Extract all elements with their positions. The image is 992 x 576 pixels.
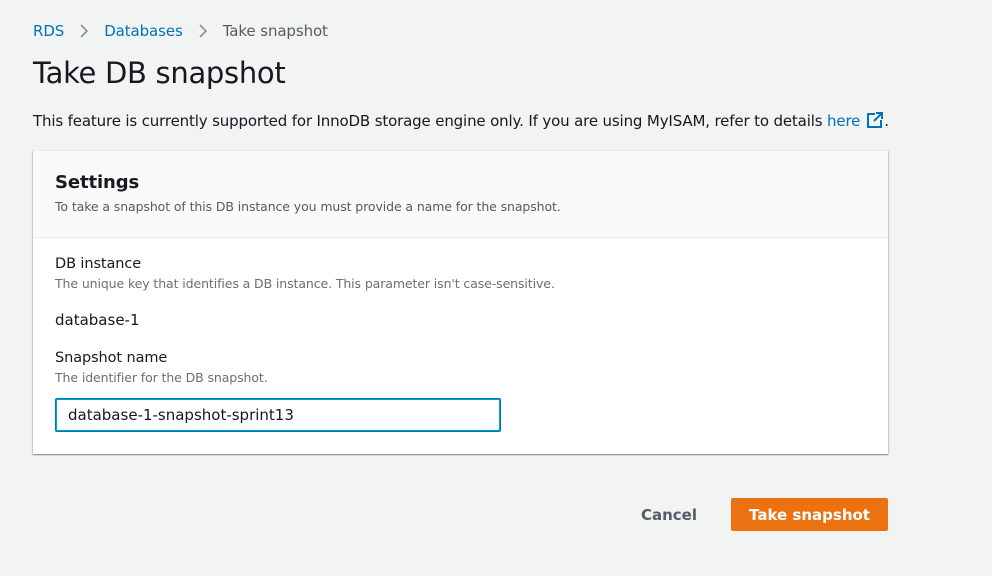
breadcrumb-link-databases[interactable]: Databases <box>104 22 183 40</box>
snapshot-name-input[interactable] <box>55 398 501 432</box>
snapshot-name-description: The identifier for the DB snapshot. <box>55 370 268 385</box>
settings-description: To take a snapshot of this DB instance y… <box>55 199 561 214</box>
info-text: This feature is currently supported for … <box>33 112 828 130</box>
info-suffix: . <box>884 112 889 130</box>
take-snapshot-button[interactable]: Take snapshot <box>731 498 888 531</box>
cancel-button[interactable]: Cancel <box>641 498 697 531</box>
info-details-link[interactable]: here <box>827 112 860 130</box>
external-link-icon[interactable] <box>866 111 884 129</box>
breadcrumb-link-rds[interactable]: RDS <box>33 22 64 40</box>
settings-panel: Settings To take a snapshot of this DB i… <box>33 150 888 454</box>
snapshot-name-label: Snapshot name <box>55 350 168 366</box>
page-title: Take DB snapshot <box>33 56 286 90</box>
db-instance-label: DB instance <box>55 256 142 272</box>
info-message: This feature is currently supported for … <box>33 111 889 130</box>
breadcrumb: RDS Databases Take snapshot <box>33 20 328 42</box>
settings-title: Settings <box>55 172 140 193</box>
chevron-right-icon <box>196 23 210 39</box>
chevron-right-icon <box>77 23 91 39</box>
db-instance-value: database-1 <box>55 311 140 329</box>
settings-panel-header: Settings To take a snapshot of this DB i… <box>33 151 888 238</box>
form-actions: Cancel Take snapshot <box>641 498 888 531</box>
db-instance-description: The unique key that identifies a DB inst… <box>55 276 555 291</box>
breadcrumb-current: Take snapshot <box>222 22 328 40</box>
